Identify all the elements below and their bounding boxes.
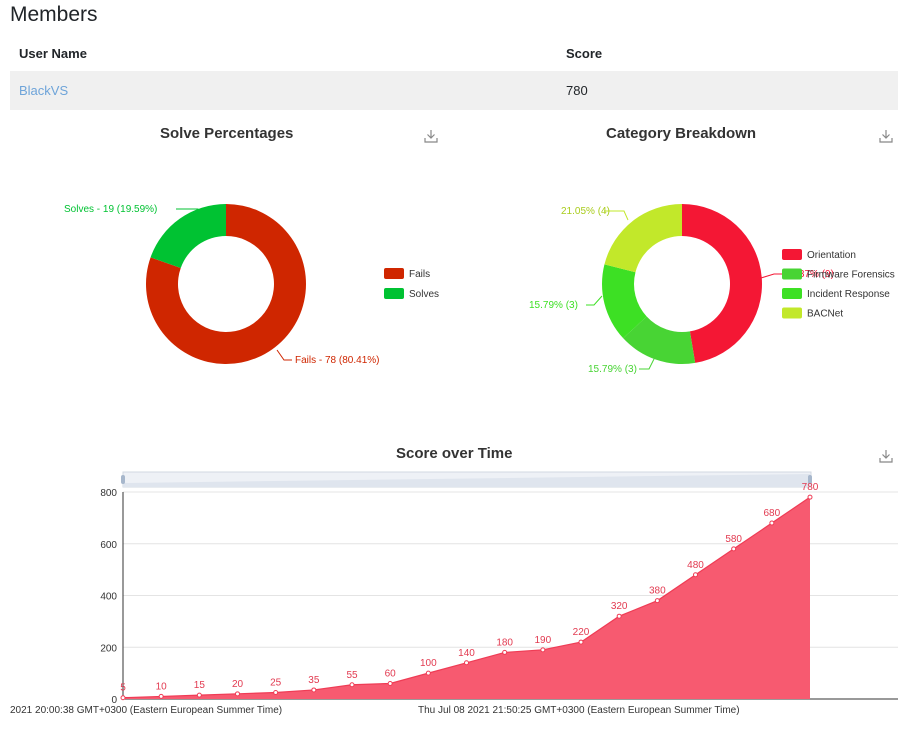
- data-point: [425, 670, 431, 676]
- legend-swatch-0: [782, 249, 802, 260]
- legend-label-fails: Fails: [409, 269, 430, 280]
- data-label: 25: [270, 678, 282, 689]
- members-table: User Name Score BlackVS 780: [10, 36, 898, 110]
- data-point: [769, 520, 775, 526]
- data-label: 15: [194, 680, 206, 691]
- data-label: 20: [232, 679, 244, 690]
- data-label: 190: [534, 635, 551, 646]
- label-leader-incident: [586, 295, 603, 306]
- download-icon[interactable]: [879, 449, 893, 463]
- solve-chart-title: Solve Percentages: [160, 125, 294, 142]
- data-point: [654, 598, 660, 604]
- data-label: 680: [763, 508, 780, 519]
- data-point: [387, 680, 393, 686]
- data-point: [807, 494, 813, 500]
- data-label: 10: [156, 681, 168, 692]
- data-label: 780: [802, 482, 819, 493]
- data-label-fails: Fails - 78 (80.41%): [295, 355, 379, 366]
- data-point: [693, 572, 698, 578]
- legend-label-solves: Solves: [409, 289, 439, 300]
- page-title: Members: [10, 3, 98, 26]
- legend-swatch-1: [782, 268, 802, 280]
- y-tick-label: 600: [100, 540, 117, 551]
- user-link[interactable]: BlackVS: [19, 83, 68, 98]
- data-point: [158, 693, 164, 699]
- data-point: [273, 690, 279, 696]
- legend-label-3: BACNet: [807, 309, 843, 320]
- legend-swatch-2: [782, 288, 802, 299]
- data-point: [311, 687, 317, 693]
- y-tick-label: 200: [100, 643, 117, 654]
- pie-slice-3: [604, 204, 682, 273]
- label-leader-orientation: [760, 273, 783, 279]
- data-label: 320: [611, 601, 628, 612]
- data-point: [540, 647, 546, 653]
- data-label: 480: [687, 560, 704, 571]
- legend-swatch-fails: [384, 268, 404, 279]
- y-tick-label: 800: [100, 488, 117, 499]
- data-point: [616, 613, 622, 619]
- score-chart-title: Score over Time: [396, 445, 513, 462]
- data-point: [196, 692, 202, 698]
- category-chart-title: Category Breakdown: [606, 125, 757, 142]
- data-label: 100: [420, 658, 437, 669]
- data-label: 380: [649, 586, 666, 597]
- data-point: [731, 546, 737, 552]
- table-header-row: User Name Score: [10, 36, 898, 71]
- column-header-score: Score: [566, 46, 603, 61]
- table-row: BlackVS 780: [10, 71, 898, 110]
- legend-swatch-solves: [384, 288, 404, 299]
- download-icon[interactable]: [424, 129, 438, 143]
- data-point: [578, 639, 584, 645]
- data-point: [235, 691, 240, 697]
- legend-label-2: Incident Response: [807, 289, 890, 300]
- data-label: 35: [308, 675, 320, 686]
- x-tick-label-mid: Thu Jul 08 2021 21:50:25 GMT+0300 (Easte…: [418, 705, 740, 716]
- category-breakdown-chart: 21.05% (4)15.79% (3)15.79% (3)47.37% (9)…: [529, 204, 895, 375]
- data-label-bacnet: 21.05% (4): [561, 206, 610, 217]
- data-label: 5: [120, 683, 126, 694]
- score-area: [123, 497, 810, 699]
- data-point: [349, 682, 355, 688]
- download-icon[interactable]: [879, 129, 893, 143]
- data-label: 220: [573, 627, 590, 638]
- pie-slice-solves: [150, 204, 226, 268]
- data-label-solves: Solves - 19 (19.59%): [64, 204, 157, 215]
- data-label: 180: [496, 637, 513, 648]
- column-header-user-name: User Name: [19, 46, 87, 61]
- data-label: 55: [346, 670, 358, 681]
- data-point: [502, 649, 508, 655]
- score-cell: 780: [557, 71, 898, 110]
- pie-slice-0: [682, 204, 763, 363]
- legend-swatch-3: [782, 307, 802, 319]
- zoom-slider-handle-left: [121, 475, 125, 484]
- label-leader-fails: [276, 349, 292, 361]
- data-point: [464, 660, 469, 666]
- data-label: 60: [385, 668, 397, 679]
- data-label-incident: 15.79% (3): [529, 300, 578, 311]
- data-point: [120, 695, 126, 701]
- legend-label-1: Firmware Forensics: [807, 270, 895, 281]
- label-leader-firmware: [639, 356, 656, 370]
- x-tick-label-left: 2021 20:00:38 GMT+0300 (Eastern European…: [10, 705, 282, 716]
- score-over-time-chart: 02004006008005 10 15 20 25 35 55 60100140180 190…: [10, 471, 898, 716]
- data-label: 580: [725, 534, 742, 545]
- y-tick-label: 400: [100, 592, 117, 603]
- solve-percentages-chart: Solves - 19 (19.59%) Fails - 78 (80.41%) F…: [64, 204, 439, 366]
- user-name-cell: BlackVS: [10, 71, 557, 110]
- data-label-firmware: 15.79% (3): [588, 364, 637, 375]
- legend-label-0: Orientation: [807, 250, 856, 261]
- data-label: 140: [458, 648, 475, 659]
